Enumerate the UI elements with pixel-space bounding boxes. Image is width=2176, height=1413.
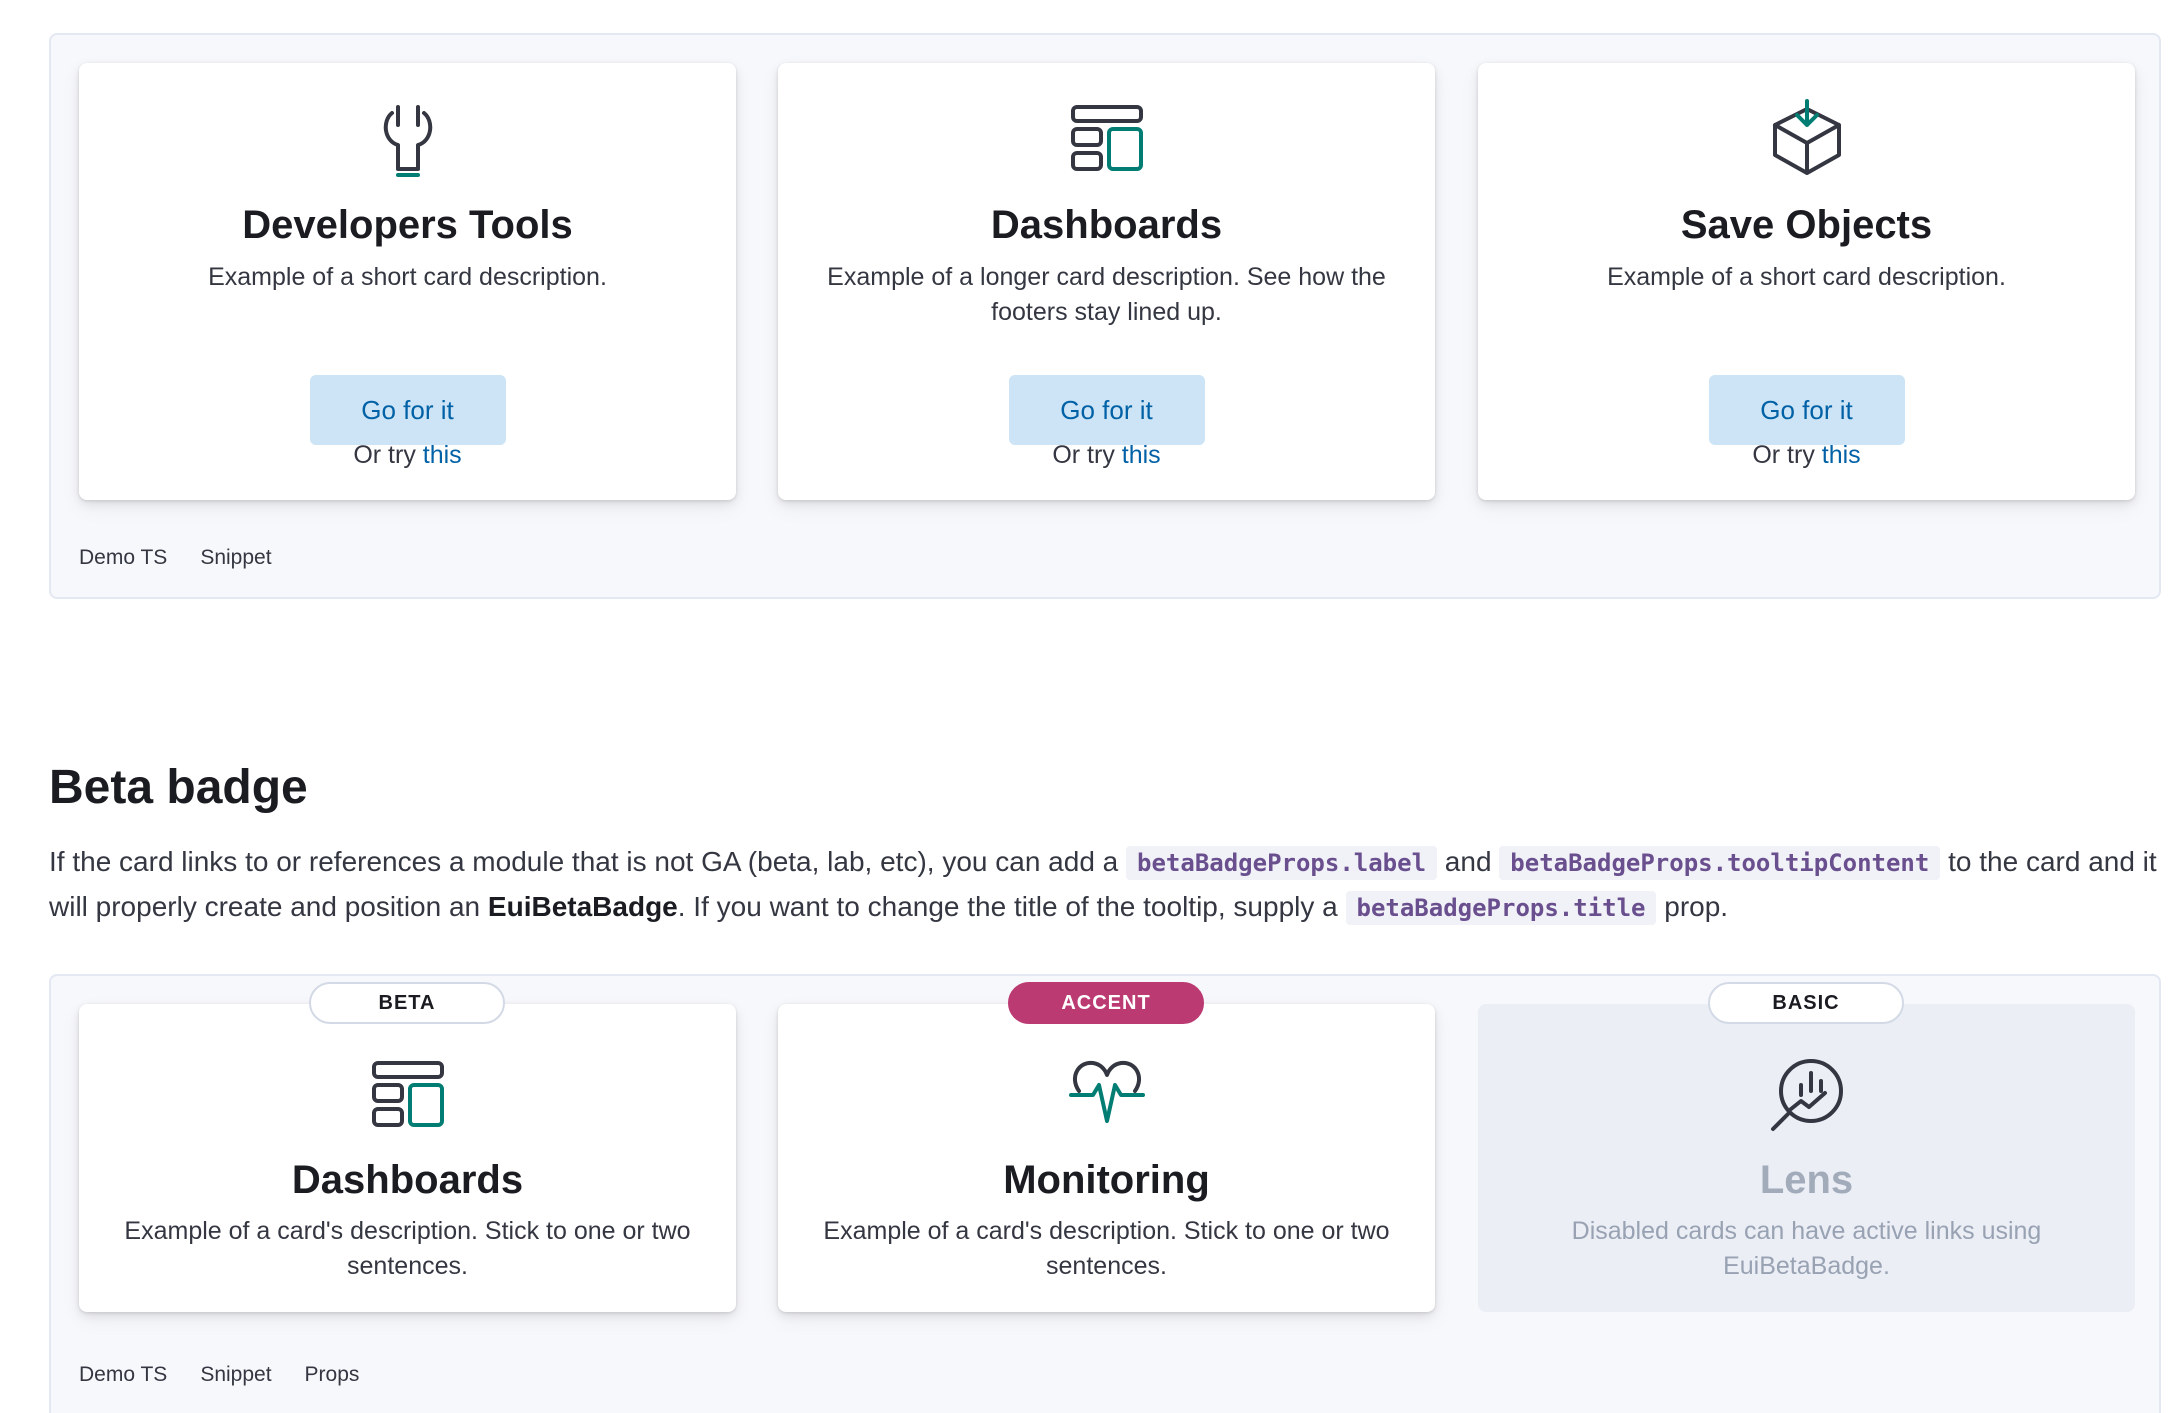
- demo-tabs: Demo TS Snippet: [79, 546, 305, 570]
- card-lens-disabled: Lens Disabled cards can have active link…: [1478, 1004, 2135, 1312]
- card-footer: Or try this: [79, 438, 736, 472]
- beta-badge[interactable]: BETA: [309, 982, 505, 1024]
- section-title: Beta badge: [49, 761, 308, 814]
- card-title: Lens: [1759, 1158, 1854, 1202]
- section-description: If the card links to or references a mod…: [49, 840, 2169, 930]
- card-title: Monitoring: [1003, 1158, 1210, 1202]
- card-footer: Or try this: [778, 438, 1435, 472]
- go-for-it-button[interactable]: Go for it: [309, 375, 506, 445]
- save-objects-icon: [1767, 99, 1847, 179]
- code-beta-badge-tooltip-content: betaBadgeProps.tooltipContent: [1499, 846, 1941, 880]
- code-beta-badge-label: betaBadgeProps.label: [1126, 846, 1438, 880]
- desc-text: and: [1437, 846, 1500, 877]
- card-description: Example of a longer card description. Se…: [827, 263, 1386, 326]
- go-for-it-button[interactable]: Go for it: [1008, 375, 1205, 445]
- wrench-icon: [368, 99, 448, 179]
- go-for-it-button[interactable]: Go for it: [1708, 375, 1905, 445]
- card-dashboards: Dashboards Example of a longer card desc…: [778, 63, 1435, 500]
- tab-snippet[interactable]: Snippet: [200, 546, 271, 570]
- try-this-link[interactable]: this: [1122, 441, 1161, 469]
- tab-props[interactable]: Props: [305, 1363, 360, 1387]
- basic-badge[interactable]: BASIC: [1708, 982, 1904, 1024]
- footer-prefix: Or try: [1052, 441, 1122, 469]
- card-title: Save Objects: [1680, 203, 1933, 247]
- desc-text: . If you want to change the title of the…: [677, 891, 1346, 922]
- card-footer: Or try this: [1478, 438, 2135, 472]
- component-name: EuiBetaBadge: [487, 891, 678, 922]
- card-save-objects: Save Objects Example of a short card des…: [1478, 63, 2135, 500]
- demo-tabs: Demo TS Snippet Props: [79, 1363, 392, 1387]
- card-title: Dashboards: [990, 203, 1223, 247]
- desc-text: If the card links to or references a mod…: [49, 846, 1127, 877]
- card-demo-panel: Developers Tools Example of a short card…: [49, 33, 2161, 599]
- dashboard-icon: [1067, 99, 1147, 179]
- tab-demo-ts[interactable]: Demo TS: [79, 1363, 167, 1387]
- dashboard-icon: [368, 1055, 448, 1135]
- card-description: Example of a card's description. Stick t…: [124, 1217, 691, 1280]
- tab-snippet[interactable]: Snippet: [200, 1363, 271, 1387]
- card-description: Example of a short card description.: [208, 263, 607, 291]
- card-developers-tools: Developers Tools Example of a short card…: [79, 63, 736, 500]
- card-description: Disabled cards can have active links usi…: [1571, 1217, 2042, 1280]
- card-description: Example of a card's description. Stick t…: [823, 1217, 1390, 1280]
- tab-demo-ts[interactable]: Demo TS: [79, 546, 167, 570]
- code-beta-badge-title: betaBadgeProps.title: [1345, 891, 1657, 925]
- desc-text: prop.: [1656, 891, 1729, 922]
- try-this-link[interactable]: this: [1822, 441, 1861, 469]
- heart-monitor-icon: [1067, 1055, 1147, 1135]
- beta-badge-demo-panel: Dashboards Example of a card's descripti…: [49, 974, 2161, 1413]
- accent-badge[interactable]: ACCENT: [1008, 982, 1204, 1024]
- card-description: Example of a short card description.: [1607, 263, 2006, 291]
- footer-prefix: Or try: [353, 441, 423, 469]
- card-dashboards-beta[interactable]: Dashboards Example of a card's descripti…: [79, 1004, 736, 1312]
- lens-icon: [1767, 1055, 1847, 1135]
- card-title: Dashboards: [291, 1158, 524, 1202]
- try-this-link[interactable]: this: [423, 441, 462, 469]
- card-title: Developers Tools: [242, 203, 573, 247]
- footer-prefix: Or try: [1752, 441, 1822, 469]
- card-monitoring[interactable]: Monitoring Example of a card's descripti…: [778, 1004, 1435, 1312]
